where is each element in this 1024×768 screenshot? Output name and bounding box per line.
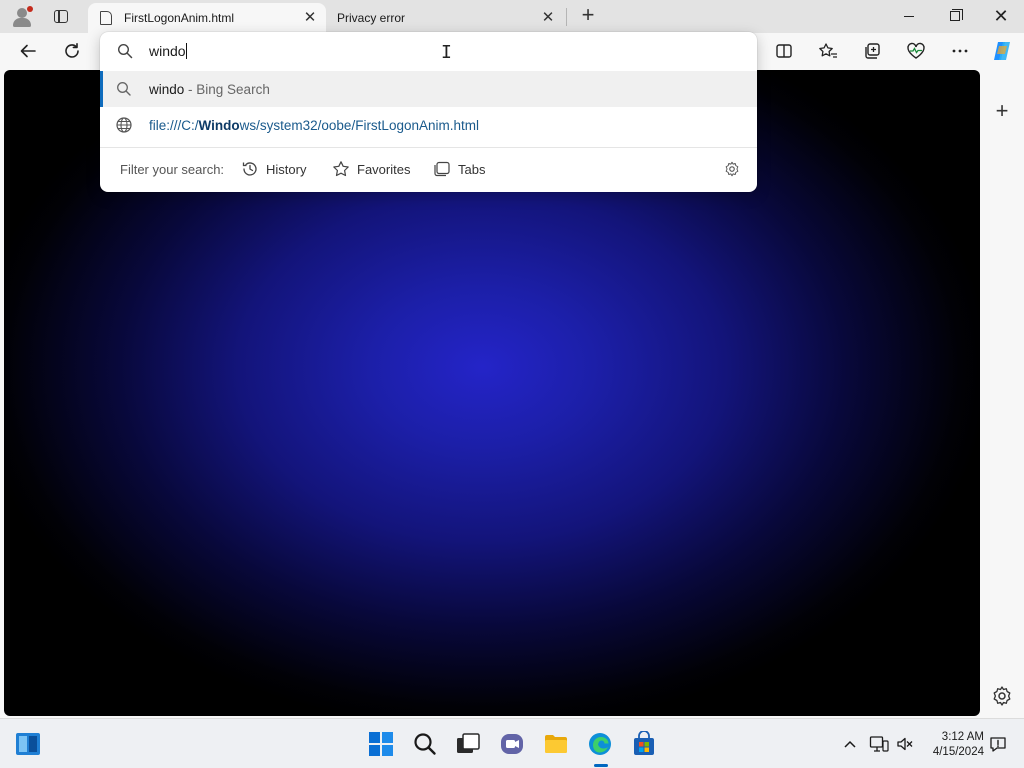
back-arrow-icon bbox=[20, 44, 36, 58]
microsoft-store-icon[interactable] bbox=[631, 731, 657, 757]
settings-more-button[interactable] bbox=[944, 35, 976, 67]
search-icon bbox=[117, 43, 133, 59]
back-button[interactable] bbox=[12, 35, 44, 67]
split-screen-icon bbox=[776, 44, 792, 58]
filter-history-button[interactable]: History bbox=[241, 159, 306, 179]
suggestion-file-url[interactable]: file:///C:/Windows/system32/oobe/FirstLo… bbox=[100, 107, 757, 143]
edge-browser-icon[interactable] bbox=[587, 731, 613, 757]
suggestion-query: windo bbox=[149, 81, 185, 97]
filter-label: Filter your search: bbox=[120, 162, 225, 177]
task-view-icon[interactable] bbox=[455, 731, 481, 757]
browser-essentials-button[interactable] bbox=[900, 35, 932, 67]
new-tab-button[interactable]: + bbox=[576, 4, 600, 28]
restore-icon bbox=[950, 9, 963, 21]
url-prefix: file:///C:/ bbox=[149, 117, 199, 133]
tab-strip: FirstLogonAnim.html ✕ Privacy error ✕ + … bbox=[0, 0, 1024, 33]
refresh-button[interactable] bbox=[56, 35, 88, 67]
sidebar-settings-gear-icon[interactable] bbox=[990, 684, 1014, 708]
heart-pulse-icon bbox=[907, 42, 925, 59]
tab-title: FirstLogonAnim.html bbox=[124, 11, 235, 25]
collections-icon bbox=[865, 43, 880, 59]
minimize-icon bbox=[904, 15, 914, 17]
volume-muted-icon[interactable] bbox=[896, 735, 914, 753]
url-rest: ws/system32/oobe/FirstLogonAnim.html bbox=[239, 117, 479, 133]
collections-button[interactable] bbox=[856, 35, 888, 67]
tab-close-icon[interactable]: ✕ bbox=[538, 8, 558, 28]
refresh-icon bbox=[65, 43, 79, 58]
globe-icon bbox=[116, 117, 132, 133]
address-bar-input[interactable]: windo I bbox=[100, 32, 757, 70]
suggestion-bing-search[interactable]: windo - Bing Search bbox=[100, 71, 757, 107]
ibeam-cursor-icon: I bbox=[441, 42, 452, 63]
minimize-button[interactable] bbox=[886, 0, 932, 32]
dropdown-divider bbox=[100, 147, 757, 148]
clock-time: 3:12 AM bbox=[941, 731, 984, 743]
start-windows-icon[interactable] bbox=[368, 731, 394, 757]
profile-avatar-icon[interactable] bbox=[10, 5, 34, 29]
tab-privacy-error[interactable]: Privacy error ✕ bbox=[328, 3, 564, 33]
restore-button[interactable] bbox=[932, 0, 978, 32]
active-app-indicator bbox=[594, 764, 608, 767]
filter-tabs-button[interactable]: Tabs bbox=[433, 159, 485, 179]
clock-date: 4/15/2024 bbox=[932, 746, 984, 758]
text-caret bbox=[185, 43, 187, 59]
filter-history-label: History bbox=[266, 161, 307, 177]
typed-query: windo bbox=[149, 43, 186, 59]
search-settings-gear-icon[interactable] bbox=[723, 160, 741, 178]
window-close-button[interactable]: ✕ bbox=[978, 0, 1024, 32]
favorites-bar-button[interactable] bbox=[812, 35, 844, 67]
filter-favorites-label: Favorites bbox=[357, 161, 411, 177]
filter-tabs-label: Tabs bbox=[458, 161, 486, 177]
favorites-list-icon bbox=[819, 43, 837, 58]
network-icon[interactable] bbox=[869, 735, 889, 753]
address-bar-text[interactable]: windo bbox=[149, 43, 187, 59]
url-match: Windo bbox=[198, 117, 240, 133]
tabs-icon bbox=[434, 161, 450, 177]
windows-taskbar: 3:12 AM 4/15/2024 bbox=[0, 718, 1024, 768]
page-icon bbox=[100, 11, 112, 25]
chevron-up-icon[interactable] bbox=[842, 736, 858, 752]
star-icon bbox=[333, 161, 349, 177]
filter-favorites-button[interactable]: Favorites bbox=[332, 159, 410, 179]
file-explorer-icon[interactable] bbox=[543, 731, 569, 757]
more-dots-icon bbox=[952, 49, 968, 53]
teams-chat-icon[interactable] bbox=[499, 731, 525, 757]
edge-sidebar: + bbox=[980, 70, 1024, 716]
widgets-icon[interactable] bbox=[15, 732, 41, 756]
history-icon bbox=[242, 162, 257, 176]
copilot-icon bbox=[994, 42, 1010, 60]
tab-title: Privacy error bbox=[337, 11, 406, 25]
tab-firstlogonanim[interactable]: FirstLogonAnim.html ✕ bbox=[88, 3, 326, 33]
split-screen-button[interactable] bbox=[768, 35, 800, 67]
search-icon[interactable] bbox=[412, 731, 438, 757]
clock[interactable]: 3:12 AM 4/15/2024 bbox=[928, 730, 984, 760]
copilot-button[interactable] bbox=[986, 35, 1018, 67]
address-bar-dropdown: windo I windo - Bing Search file:///C:/W… bbox=[100, 32, 757, 192]
suggestion-suffix: - Bing Search bbox=[184, 81, 270, 97]
tab-actions-menu-icon[interactable] bbox=[48, 4, 74, 28]
tab-separator bbox=[566, 8, 567, 26]
notification-icon[interactable] bbox=[989, 735, 1007, 753]
search-icon bbox=[117, 82, 131, 96]
search-filter-row: Filter your search: History Favorites Ta… bbox=[100, 150, 757, 188]
sidebar-add-button[interactable]: + bbox=[990, 100, 1014, 124]
tab-close-icon[interactable]: ✕ bbox=[300, 8, 320, 28]
